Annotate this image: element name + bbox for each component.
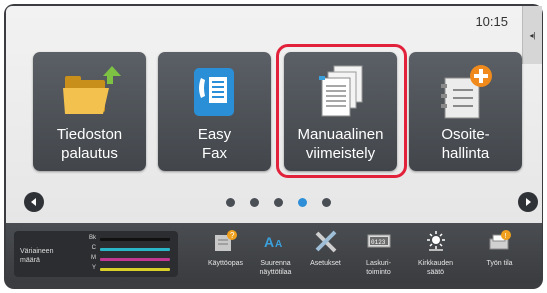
next-page-button[interactable]	[518, 192, 538, 212]
tile-label: Easy Fax	[197, 126, 232, 162]
job-status-icon: !	[487, 229, 513, 253]
folder-download-icon	[33, 62, 146, 124]
toner-row-y: Y	[88, 265, 174, 273]
highlight-frame	[276, 44, 407, 178]
page-dot[interactable]	[322, 198, 331, 207]
shortcut-enlarge-display[interactable]: AA Suurenna näyttötilaa	[248, 223, 303, 283]
chevron-right-icon	[526, 198, 531, 206]
page-dot[interactable]	[250, 198, 259, 207]
help-guide-icon: ?	[213, 229, 239, 253]
counter-icon: 0123	[366, 229, 392, 253]
toner-row-c: C	[88, 245, 174, 253]
shortcut-user-guide[interactable]: ? Käyttöopas	[198, 223, 253, 283]
tile-easy-fax[interactable]: Easy Fax	[158, 52, 271, 171]
prev-page-button[interactable]	[24, 192, 44, 212]
toner-row-bk: Bk	[88, 235, 174, 243]
svg-text:A: A	[275, 239, 282, 250]
shortcut-counter[interactable]: 0123 Laskuri-toiminto	[351, 223, 406, 283]
shortcut-job-status[interactable]: ! Työn tila	[472, 223, 527, 283]
clock: 10:15	[475, 14, 508, 29]
shortcut-settings[interactable]: Asetukset	[298, 223, 353, 283]
tile-file-retrieve[interactable]: Tiedoston palautus	[33, 52, 146, 171]
toner-title: Väriaineen määrä	[20, 248, 54, 264]
enlarge-display-icon: AA	[263, 229, 289, 253]
side-tab-glyph: ◂|	[529, 30, 536, 40]
tile-label: Osoite-hallinta	[441, 126, 490, 162]
shortcut-brightness[interactable]: Kirkkauden säätö	[408, 223, 463, 283]
side-panel-tab[interactable]: ◂|	[522, 6, 542, 64]
svg-text:A: A	[264, 234, 274, 250]
page-dot[interactable]	[226, 198, 235, 207]
address-book-add-icon	[409, 62, 522, 124]
settings-tools-icon	[313, 229, 339, 253]
tile-label: Tiedoston palautus	[56, 126, 123, 162]
toner-row-m: M	[88, 255, 174, 263]
svg-text:!: !	[504, 233, 506, 240]
fax-icon	[158, 62, 271, 124]
page-dot-active[interactable]	[298, 198, 307, 207]
svg-text:?: ?	[230, 231, 235, 240]
svg-text:0123: 0123	[371, 239, 386, 246]
home-screen: 10:15 ◂| Tiedoston palautus Easy Fax Man…	[6, 6, 542, 223]
toner-level-panel[interactable]: Väriaineen määrä Bk C M Y	[14, 231, 178, 277]
bottom-toolbar: Väriaineen määrä Bk C M Y ? Käyttöopas A…	[6, 223, 542, 283]
brightness-icon	[423, 229, 449, 253]
tile-address-management[interactable]: Osoite-hallinta	[409, 52, 522, 171]
chevron-left-icon	[31, 198, 36, 206]
page-dot[interactable]	[274, 198, 283, 207]
